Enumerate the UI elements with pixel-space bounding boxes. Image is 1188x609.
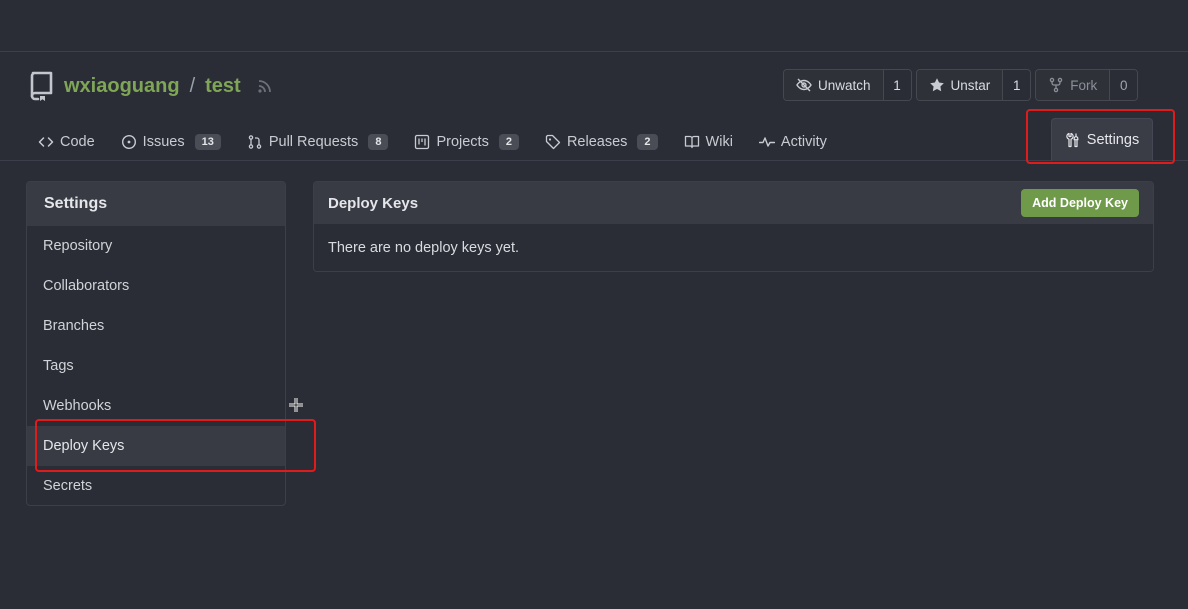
- tab-projects[interactable]: Projects 2: [414, 134, 519, 150]
- book-icon: [684, 135, 699, 149]
- settings-sidebar: Settings Repository Collaborators Branch…: [26, 181, 286, 506]
- fork-label: Fork: [1070, 77, 1098, 93]
- eye-slash-icon: [796, 78, 812, 92]
- fork-button-group: Fork 0: [1035, 69, 1139, 101]
- repo-header: wxiaoguang / test Unwatch 1 Unstar 1 For…: [0, 52, 1188, 161]
- sidebar-item-tags[interactable]: Tags: [27, 346, 285, 386]
- sidebar-item-collaborators[interactable]: Collaborators: [27, 266, 285, 306]
- issues-count-badge: 13: [194, 134, 221, 150]
- star-button-group: Unstar 1: [915, 69, 1032, 101]
- sidebar-item-branches[interactable]: Branches: [27, 306, 285, 346]
- watch-count[interactable]: 1: [882, 70, 911, 100]
- repo-action-buttons: Unwatch 1 Unstar 1 Fork 0: [783, 69, 1139, 101]
- releases-count-badge: 2: [637, 134, 658, 150]
- panel-header: Deploy Keys Add Deploy Key: [314, 182, 1153, 224]
- sidebar-item-secrets[interactable]: Secrets: [27, 466, 285, 505]
- crosshair-cursor-icon: [289, 398, 303, 412]
- code-icon: [38, 137, 54, 147]
- watch-button-group: Unwatch 1: [783, 69, 912, 101]
- tab-wiki[interactable]: Wiki: [684, 134, 733, 150]
- fork-count[interactable]: 0: [1109, 70, 1138, 100]
- repo-title: wxiaoguang / test: [28, 69, 273, 103]
- top-navbar: [0, 0, 1188, 52]
- tag-icon: [545, 134, 561, 150]
- fork-button[interactable]: Fork: [1036, 70, 1110, 100]
- pull-request-icon: [248, 135, 262, 149]
- tab-settings-label: Settings: [1086, 132, 1140, 148]
- add-deploy-key-button[interactable]: Add Deploy Key: [1021, 189, 1139, 217]
- star-count[interactable]: 1: [1002, 70, 1031, 100]
- issue-icon: [121, 134, 136, 150]
- unstar-button[interactable]: Unstar: [916, 70, 1003, 100]
- pull-requests-count-badge: 8: [368, 134, 389, 150]
- unstar-label: Unstar: [950, 77, 991, 93]
- panel-title: Deploy Keys: [328, 194, 419, 212]
- sidebar-item-webhooks[interactable]: Webhooks: [27, 386, 285, 426]
- deploy-keys-panel: Deploy Keys Add Deploy Key There are no …: [313, 181, 1154, 272]
- tab-activity-label: Activity: [780, 134, 827, 150]
- fork-icon: [1050, 77, 1063, 93]
- unwatch-button[interactable]: Unwatch: [784, 70, 883, 100]
- sidebar-title: Settings: [27, 182, 285, 226]
- tab-activity[interactable]: Activity: [758, 134, 827, 150]
- tab-issues[interactable]: Issues 13: [121, 134, 221, 150]
- panel-empty-message: There are no deploy keys yet.: [314, 224, 1153, 271]
- sidebar-item-deploy-keys[interactable]: Deploy Keys: [27, 426, 285, 466]
- tab-pull-requests-label: Pull Requests: [268, 134, 359, 150]
- sidebar-item-repository[interactable]: Repository: [27, 226, 285, 266]
- tab-wiki-label: Wiki: [705, 134, 733, 150]
- repo-name-link[interactable]: test: [205, 75, 241, 98]
- rss-icon[interactable]: [257, 78, 273, 94]
- repo-icon: [30, 71, 53, 101]
- tab-pull-requests[interactable]: Pull Requests 8: [247, 134, 389, 150]
- tools-icon: [1066, 132, 1079, 148]
- tab-releases-label: Releases: [566, 134, 628, 150]
- tab-issues-label: Issues: [142, 134, 185, 150]
- projects-count-badge: 2: [498, 134, 519, 150]
- project-icon: [415, 134, 430, 150]
- repo-owner-link[interactable]: wxiaoguang: [64, 75, 180, 98]
- tab-settings[interactable]: Settings: [1051, 118, 1153, 161]
- repo-tabs: Code Issues 13 Pull Requests 8 Projects …: [38, 126, 853, 158]
- tab-releases[interactable]: Releases 2: [545, 134, 658, 150]
- tab-code[interactable]: Code: [38, 134, 95, 150]
- unwatch-label: Unwatch: [818, 77, 871, 93]
- tab-code-label: Code: [60, 134, 95, 150]
- pulse-icon: [758, 137, 775, 147]
- tab-projects-label: Projects: [436, 134, 489, 150]
- star-icon: [929, 78, 944, 92]
- repo-separator: /: [189, 74, 196, 97]
